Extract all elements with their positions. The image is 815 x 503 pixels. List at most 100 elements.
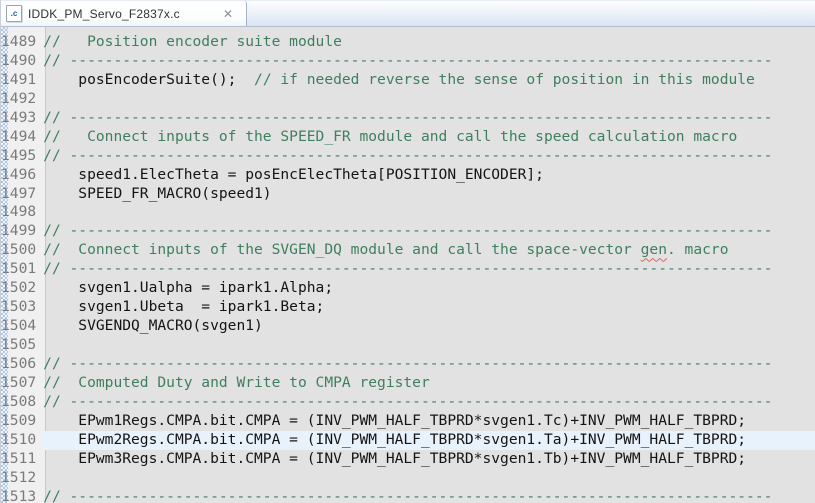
code-segment: // Connect inputs of the SPEED_FR module… xyxy=(43,127,738,145)
tab-title: IDDK_PM_Servo_F2837x.c xyxy=(28,6,180,21)
code-line[interactable]: 1513// ---------------------------------… xyxy=(1,488,815,503)
line-number[interactable]: 1510 xyxy=(1,431,41,450)
code-line[interactable]: 1506// ---------------------------------… xyxy=(1,355,815,374)
code-line-text[interactable]: // -------------------------------------… xyxy=(41,260,815,279)
code-segment: // -------------------------------------… xyxy=(43,354,773,372)
line-number[interactable]: 1496 xyxy=(1,166,41,185)
code-line-text[interactable]: // Computed Duty and Write to CMPA regis… xyxy=(41,374,815,393)
code-segment: // -------------------------------------… xyxy=(43,222,773,240)
code-line-text[interactable]: svgen1.Ualpha = ipark1.Alpha; xyxy=(41,279,815,298)
code-editor-window: .c IDDK_PM_Servo_F2837x.c ✕ 1489// Posit… xyxy=(0,0,815,503)
code-line-text[interactable]: SPEED_FR_MACRO(speed1) xyxy=(41,185,815,204)
code-line[interactable]: 1492 xyxy=(1,90,815,109)
code-line-text[interactable]: posEncoderSuite(); // if needed reverse … xyxy=(41,71,815,90)
code-line[interactable]: 1501// ---------------------------------… xyxy=(1,260,815,279)
code-line[interactable]: 1507// Computed Duty and Write to CMPA r… xyxy=(1,374,815,393)
code-line[interactable]: 1490// ---------------------------------… xyxy=(1,52,815,71)
code-line-text[interactable]: svgen1.Ubeta = ipark1.Beta; xyxy=(41,298,815,317)
code-line[interactable]: 1499// ---------------------------------… xyxy=(1,222,815,241)
line-number[interactable]: 1493 xyxy=(1,109,41,128)
line-number[interactable]: 1504 xyxy=(1,317,41,336)
line-number[interactable]: 1512 xyxy=(1,469,41,488)
code-line-text[interactable] xyxy=(41,203,815,222)
code-line[interactable]: 1491 posEncoderSuite(); // if needed rev… xyxy=(1,71,815,90)
code-segment: // Connect inputs of the SVGEN_DQ module… xyxy=(43,241,641,259)
line-number[interactable]: 1507 xyxy=(1,374,41,393)
editor-tab-bar: .c IDDK_PM_Servo_F2837x.c ✕ xyxy=(1,0,815,27)
code-segment: // Position encoder suite module xyxy=(43,33,342,50)
code-segment: // -------------------------------------… xyxy=(43,108,773,126)
line-number[interactable]: 1508 xyxy=(1,393,41,412)
code-segment: EPwm2Regs.CMPA.bit.CMPA = (INV_PWM_HALF_… xyxy=(43,430,747,448)
code-line[interactable]: 1500// Connect inputs of the SVGEN_DQ mo… xyxy=(1,241,815,260)
code-line[interactable]: 1496 speed1.ElecTheta = posEncElecTheta[… xyxy=(1,166,815,185)
code-line[interactable]: 1505 xyxy=(1,336,815,355)
code-line-text[interactable] xyxy=(41,336,815,355)
code-line-text[interactable]: // -------------------------------------… xyxy=(41,355,815,374)
line-number[interactable]: 1494 xyxy=(1,128,41,147)
code-line-text[interactable]: // Connect inputs of the SVGEN_DQ module… xyxy=(41,241,815,260)
tab-iddk-pm-servo-f2837x[interactable]: .c IDDK_PM_Servo_F2837x.c ✕ xyxy=(1,1,247,26)
code-line-text[interactable]: // -------------------------------------… xyxy=(41,488,815,503)
code-segment: // -------------------------------------… xyxy=(43,51,773,69)
code-line[interactable]: 1509 EPwm1Regs.CMPA.bit.CMPA = (INV_PWM_… xyxy=(1,412,815,431)
line-number[interactable]: 1506 xyxy=(1,355,41,374)
code-line[interactable]: 1510 EPwm2Regs.CMPA.bit.CMPA = (INV_PWM_… xyxy=(1,430,815,450)
code-segment: posEncoderSuite(); xyxy=(43,70,255,88)
code-segment: svgen1.Ualpha = ipark1.Alpha; xyxy=(43,279,334,297)
tab-close-icon[interactable]: ✕ xyxy=(223,8,233,20)
code-line[interactable]: 1508// ---------------------------------… xyxy=(1,393,815,412)
code-line-text[interactable]: // -------------------------------------… xyxy=(41,393,815,412)
code-line-text[interactable]: EPwm3Regs.CMPA.bit.CMPA = (INV_PWM_HALF_… xyxy=(41,450,815,469)
code-line[interactable]: 1498 xyxy=(1,203,815,222)
code-segment: // if needed reverse the sense of positi… xyxy=(254,70,755,88)
code-line[interactable]: 1495// ---------------------------------… xyxy=(1,147,815,166)
code-line-text[interactable]: // -------------------------------------… xyxy=(41,222,815,241)
code-editor-area[interactable]: 1489// Position encoder suite module 1490… xyxy=(1,27,815,503)
code-line-text[interactable]: // -------------------------------------… xyxy=(41,147,815,166)
line-number[interactable]: 1499 xyxy=(1,222,41,241)
code-line-text[interactable]: SVGENDQ_MACRO(svgen1) xyxy=(41,317,815,336)
code-line[interactable]: 1511 EPwm3Regs.CMPA.bit.CMPA = (INV_PWM_… xyxy=(1,450,815,469)
code-line-text[interactable]: // Connect inputs of the SPEED_FR module… xyxy=(41,128,815,147)
line-number[interactable]: 1502 xyxy=(1,279,41,298)
line-number[interactable]: 1495 xyxy=(1,147,41,166)
code-line[interactable]: 1502 svgen1.Ualpha = ipark1.Alpha; xyxy=(1,279,815,298)
line-number[interactable]: 1490 xyxy=(1,52,41,71)
code-line-text[interactable] xyxy=(41,469,815,488)
code-segment: SPEED_FR_MACRO(speed1) xyxy=(43,184,272,202)
line-number[interactable]: 1497 xyxy=(1,185,41,204)
line-number[interactable]: 1489 xyxy=(1,33,41,52)
code-line[interactable]: 1489// Position encoder suite module xyxy=(1,33,815,52)
code-line[interactable]: 1503 svgen1.Ubeta = ipark1.Beta; xyxy=(1,298,815,317)
line-number[interactable]: 1501 xyxy=(1,260,41,279)
line-number[interactable]: 1491 xyxy=(1,71,41,90)
tab-bar-empty-area xyxy=(247,1,815,26)
code-line-text-current[interactable]: EPwm2Regs.CMPA.bit.CMPA = (INV_PWM_HALF_… xyxy=(41,430,815,450)
code-line-text[interactable]: speed1.ElecTheta = posEncElecTheta[POSIT… xyxy=(41,166,815,185)
line-number[interactable]: 1511 xyxy=(1,450,41,469)
code-line-text[interactable]: EPwm1Regs.CMPA.bit.CMPA = (INV_PWM_HALF_… xyxy=(41,412,815,431)
code-line[interactable]: 1512 xyxy=(1,469,815,488)
line-number[interactable]: 1492 xyxy=(1,90,41,109)
line-number[interactable]: 1505 xyxy=(1,336,41,355)
c-source-file-icon: .c xyxy=(6,5,22,22)
line-number[interactable]: 1503 xyxy=(1,298,41,317)
code-line[interactable]: 1493// ---------------------------------… xyxy=(1,109,815,128)
code-lines: 1489// Position encoder suite module 1490… xyxy=(1,33,815,503)
line-number[interactable]: 1509 xyxy=(1,412,41,431)
code-line-text[interactable]: // -------------------------------------… xyxy=(41,52,815,71)
code-line-text[interactable] xyxy=(41,90,815,109)
code-segment: . macro xyxy=(666,241,729,259)
line-number[interactable]: 1500 xyxy=(1,241,41,260)
code-line-text[interactable]: // -------------------------------------… xyxy=(41,109,815,128)
misspelled-word: gen xyxy=(640,241,667,259)
code-line[interactable]: 1504 SVGENDQ_MACRO(svgen1) xyxy=(1,317,815,336)
code-line[interactable]: 1494// Connect inputs of the SPEED_FR mo… xyxy=(1,128,815,147)
code-line[interactable]: 1497 SPEED_FR_MACRO(speed1) xyxy=(1,185,815,204)
code-line-text[interactable]: // Position encoder suite module xyxy=(41,33,815,52)
code-segment: // Computed Duty and Write to CMPA regis… xyxy=(43,373,430,391)
line-number[interactable]: 1513 xyxy=(1,488,41,503)
code-segment: EPwm3Regs.CMPA.bit.CMPA = (INV_PWM_HALF_… xyxy=(43,449,747,467)
line-number[interactable]: 1498 xyxy=(1,203,41,222)
